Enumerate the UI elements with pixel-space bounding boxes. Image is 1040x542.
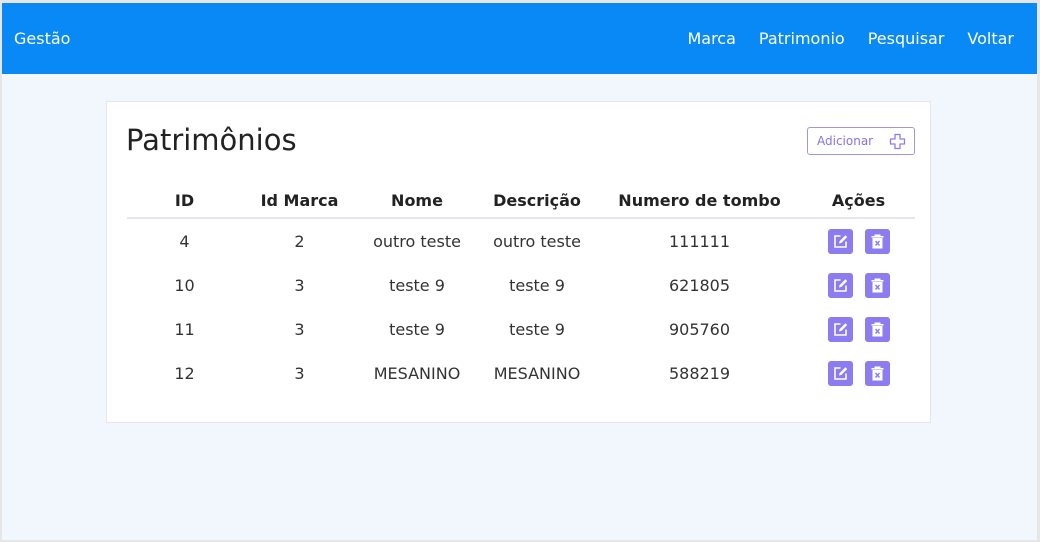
cell-acoes [802,351,915,395]
column-header-acoes: Ações [802,184,915,219]
navbar: Gestão Marca Patrimonio Pesquisar Voltar [2,3,1037,74]
nav-links: Marca Patrimonio Pesquisar Voltar [687,29,1014,49]
cell-nome: teste 9 [389,275,445,295]
cell-id: 10 [174,275,195,295]
cell-numero-de-tombo: 588219 [668,363,731,383]
cell-nome: MESANINO [373,363,461,383]
cell-acoes [802,218,915,263]
plus-icon [889,133,906,150]
table-row: 10 3 teste 9 teste 9 621805 [127,263,915,307]
edit-icon[interactable] [827,360,853,386]
edit-icon[interactable] [827,272,853,298]
cell-descricao: outro teste [493,231,581,251]
cell-nome: outro teste [373,231,461,251]
add-button[interactable]: Adicionar [807,127,915,155]
cell-id: 11 [174,319,195,339]
table-row: 11 3 teste 9 teste 9 905760 [127,307,915,351]
column-header-id-marca: Id Marca [242,184,357,219]
cell-numero-de-tombo: 111111 [668,231,731,251]
column-header-nome: Nome [357,184,477,219]
brand-link[interactable]: Gestão [14,29,70,49]
table-row: 4 2 outro teste outro teste 111111 [127,218,915,263]
cell-descricao: teste 9 [509,319,565,339]
cell-acoes [802,263,915,307]
nav-link-pesquisar[interactable]: Pesquisar [868,29,945,49]
nav-link-marca[interactable]: Marca [687,29,735,49]
cell-id-marca: 3 [294,363,305,383]
column-header-id: ID [127,184,242,219]
edit-icon[interactable] [827,228,853,254]
cell-id: 12 [174,363,195,383]
page-title: Patrimônios [126,123,297,157]
row-actions [802,272,915,298]
cell-descricao: MESANINO [493,363,581,383]
cell-id-marca: 3 [294,319,305,339]
cell-id: 4 [179,231,190,251]
table-header-row: ID Id Marca Nome Descrição Numero de tom… [127,184,915,219]
row-actions [802,228,915,254]
edit-icon[interactable] [827,316,853,342]
cell-nome: teste 9 [389,319,445,339]
table-row: 12 3 MESANINO MESANINO 588219 [127,351,915,395]
delete-icon[interactable] [864,272,890,298]
nav-link-patrimonio[interactable]: Patrimonio [759,29,845,49]
cell-id-marca: 2 [294,231,305,251]
patrimonios-card: Patrimônios Adicionar ID Id Marca Nome D… [106,101,931,423]
patrimonios-table: ID Id Marca Nome Descrição Numero de tom… [127,184,915,395]
delete-icon[interactable] [864,316,890,342]
delete-icon[interactable] [864,360,890,386]
cell-acoes [802,307,915,351]
delete-icon[interactable] [864,228,890,254]
cell-numero-de-tombo: 621805 [668,275,731,295]
column-header-descricao: Descrição [477,184,597,219]
app-window: Gestão Marca Patrimonio Pesquisar Voltar… [2,3,1037,540]
cell-id-marca: 3 [294,275,305,295]
nav-link-voltar[interactable]: Voltar [967,29,1014,49]
add-button-label: Adicionar [817,134,874,148]
cell-descricao: teste 9 [509,275,565,295]
row-actions [802,360,915,386]
cell-numero-de-tombo: 905760 [668,319,731,339]
column-header-numero-de-tombo: Numero de tombo [597,184,802,219]
row-actions [802,316,915,342]
